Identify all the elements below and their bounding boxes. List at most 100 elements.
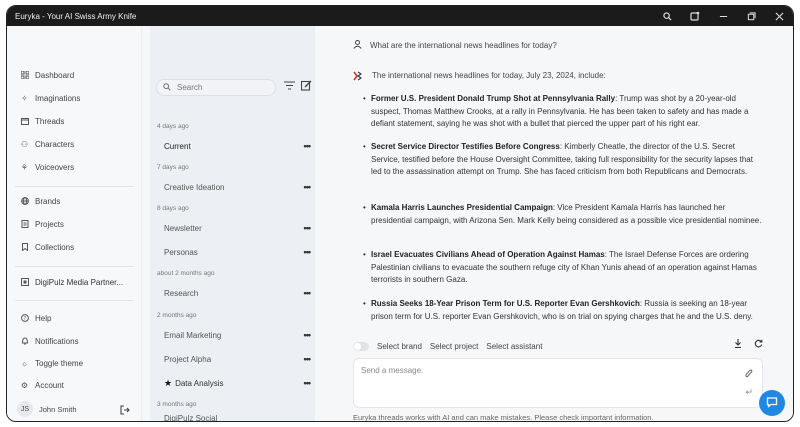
- thread-title: Current: [164, 141, 191, 151]
- window-title: Euryka - Your AI Swiss Army Knife: [15, 11, 137, 21]
- message-input[interactable]: Send a message. ↵: [353, 358, 763, 408]
- sidebar-item-label: Characters: [35, 139, 75, 149]
- filter-icon[interactable]: [284, 81, 295, 93]
- search-icon[interactable]: [653, 6, 681, 26]
- sidebar-item-account[interactable]: ⚙ Account: [20, 378, 64, 392]
- sidebar-item-label: Voiceovers: [35, 162, 75, 172]
- logout-icon[interactable]: [120, 405, 130, 417]
- more-icon[interactable]: •••: [304, 288, 312, 298]
- puzzle-icon[interactable]: [681, 6, 709, 26]
- headline-title: Secret Service Director Testifies Before…: [371, 142, 560, 151]
- sidebar-item-label: Brands: [35, 196, 61, 206]
- thread-item[interactable]: Creative Ideation •••: [164, 180, 314, 194]
- sidebar-item-characters[interactable]: ⚇ Characters: [20, 137, 74, 151]
- thread-title: Newsletter: [164, 223, 202, 233]
- threads-panel: Search 4 days ago Current ••• 7 days ago…: [150, 26, 315, 421]
- thread-item[interactable]: Email Marketing •••: [164, 328, 314, 342]
- close-icon[interactable]: [765, 6, 793, 26]
- thread-title: Personas: [164, 247, 198, 257]
- thread-item[interactable]: ★ Data Analysis •••: [164, 376, 314, 390]
- workspace-name: DigiPulz Media Partner...: [35, 277, 124, 287]
- select-assistant-button[interactable]: Select assistant: [486, 342, 542, 351]
- thread-title: DigiPulz Social: [164, 414, 218, 422]
- bullet-icon: •: [363, 250, 366, 259]
- brand-toggle[interactable]: [353, 341, 369, 351]
- sidebar-item-imaginations[interactable]: ✧ Imaginations: [20, 91, 80, 105]
- sidebar-item-projects[interactable]: Projects: [20, 217, 64, 231]
- euryka-logo-icon: [353, 71, 363, 83]
- sidebar-item-brands[interactable]: Brands: [20, 194, 60, 208]
- sidebar-item-notifications[interactable]: Notifications: [20, 334, 79, 348]
- help-icon: ?: [20, 314, 29, 323]
- sidebar-item-label: Notifications: [35, 336, 79, 346]
- new-thread-icon[interactable]: [300, 80, 312, 94]
- headline-title: Kamala Harris Launches Presidential Camp…: [371, 203, 553, 212]
- divider: [15, 300, 133, 301]
- thread-item[interactable]: Project Alpha •••: [164, 352, 314, 366]
- refresh-icon[interactable]: [754, 339, 763, 350]
- thread-item[interactable]: Personas •••: [164, 245, 314, 259]
- more-icon[interactable]: •••: [304, 247, 312, 257]
- thread-title: Project Alpha: [164, 354, 212, 364]
- download-icon[interactable]: [734, 339, 742, 350]
- thread-group-label: 3 months ago: [157, 401, 197, 408]
- paperclip-icon[interactable]: [745, 369, 753, 381]
- sidebar-item-dashboard[interactable]: Dashboard: [20, 68, 74, 82]
- maximize-icon[interactable]: [737, 6, 765, 26]
- user-icon: [353, 40, 362, 51]
- headline-item: • Israel Evacuates Civilians Ahead of Op…: [363, 249, 763, 287]
- sparkle-icon: ✧: [21, 93, 28, 103]
- bullet-icon: •: [363, 142, 366, 151]
- thread-item[interactable]: Newsletter •••: [164, 221, 314, 235]
- thread-title: Creative Ideation: [164, 182, 225, 192]
- thread-title: Email Marketing: [164, 330, 222, 340]
- sidebar-item-voiceovers[interactable]: ⚘ Voiceovers: [20, 160, 74, 174]
- sidebar-item-label: Threads: [35, 116, 65, 126]
- star-icon: ★: [164, 377, 173, 388]
- select-brand-button[interactable]: Select brand: [377, 342, 422, 351]
- more-icon[interactable]: •••: [304, 378, 312, 388]
- sun-icon: ☼: [20, 358, 29, 368]
- chat-toolbar: Select brand Select project Select assis…: [353, 339, 763, 353]
- minimize-icon[interactable]: [709, 6, 737, 26]
- sidebar-item-label: Toggle theme: [35, 358, 84, 368]
- sidebar-item-help[interactable]: ? Help: [20, 311, 51, 325]
- thread-title: Research: [164, 288, 199, 298]
- bullet-icon: •: [363, 299, 366, 308]
- sidebar: Dashboard ✧ Imaginations Threads ⚇ Chara…: [7, 26, 142, 421]
- chat-support-button[interactable]: [759, 390, 785, 416]
- characters-icon: ⚇: [20, 139, 29, 149]
- headline-title: Israel Evacuates Civilians Ahead of Oper…: [371, 250, 605, 259]
- sidebar-item-toggle-theme[interactable]: ☼ Toggle theme: [20, 356, 83, 370]
- svg-text:?: ?: [23, 316, 26, 322]
- user-profile[interactable]: JS John Smith: [17, 401, 77, 417]
- document-icon: [20, 220, 29, 229]
- disclaimer-text: Euryka threads works with AI and can mak…: [353, 413, 654, 422]
- voice-icon: ⚘: [20, 162, 29, 172]
- thread-item[interactable]: Research •••: [164, 286, 314, 300]
- select-project-button[interactable]: Select project: [430, 342, 478, 351]
- thread-item-current[interactable]: Current •••: [164, 139, 314, 153]
- more-icon[interactable]: •••: [304, 354, 312, 364]
- assistant-message: The international news headlines for tod…: [353, 71, 606, 83]
- thread-group-label: about 2 months ago: [157, 270, 215, 277]
- workspace-selector[interactable]: DigiPulz Media Partner...: [20, 275, 123, 289]
- enter-icon[interactable]: ↵: [745, 387, 753, 398]
- more-icon[interactable]: •••: [304, 141, 312, 151]
- sidebar-item-collections[interactable]: Collections: [20, 240, 74, 254]
- globe-icon: [20, 197, 29, 206]
- message-placeholder: Send a message.: [361, 366, 424, 375]
- user-message: What are the international news headline…: [353, 40, 557, 51]
- divider: [15, 266, 133, 267]
- more-icon[interactable]: •••: [304, 223, 312, 233]
- search-input[interactable]: Search: [156, 79, 276, 96]
- thread-item[interactable]: DigiPulz Social: [164, 414, 314, 422]
- thread-group-label: 7 days ago: [157, 164, 189, 171]
- sidebar-item-threads[interactable]: Threads: [20, 114, 64, 128]
- thread-group-label: 8 days ago: [157, 205, 189, 212]
- more-icon[interactable]: •••: [304, 330, 312, 340]
- more-icon[interactable]: •••: [304, 182, 312, 192]
- thread-group-label: 2 months ago: [157, 312, 197, 319]
- bullet-icon: •: [363, 203, 366, 212]
- sidebar-item-label: Help: [35, 313, 52, 323]
